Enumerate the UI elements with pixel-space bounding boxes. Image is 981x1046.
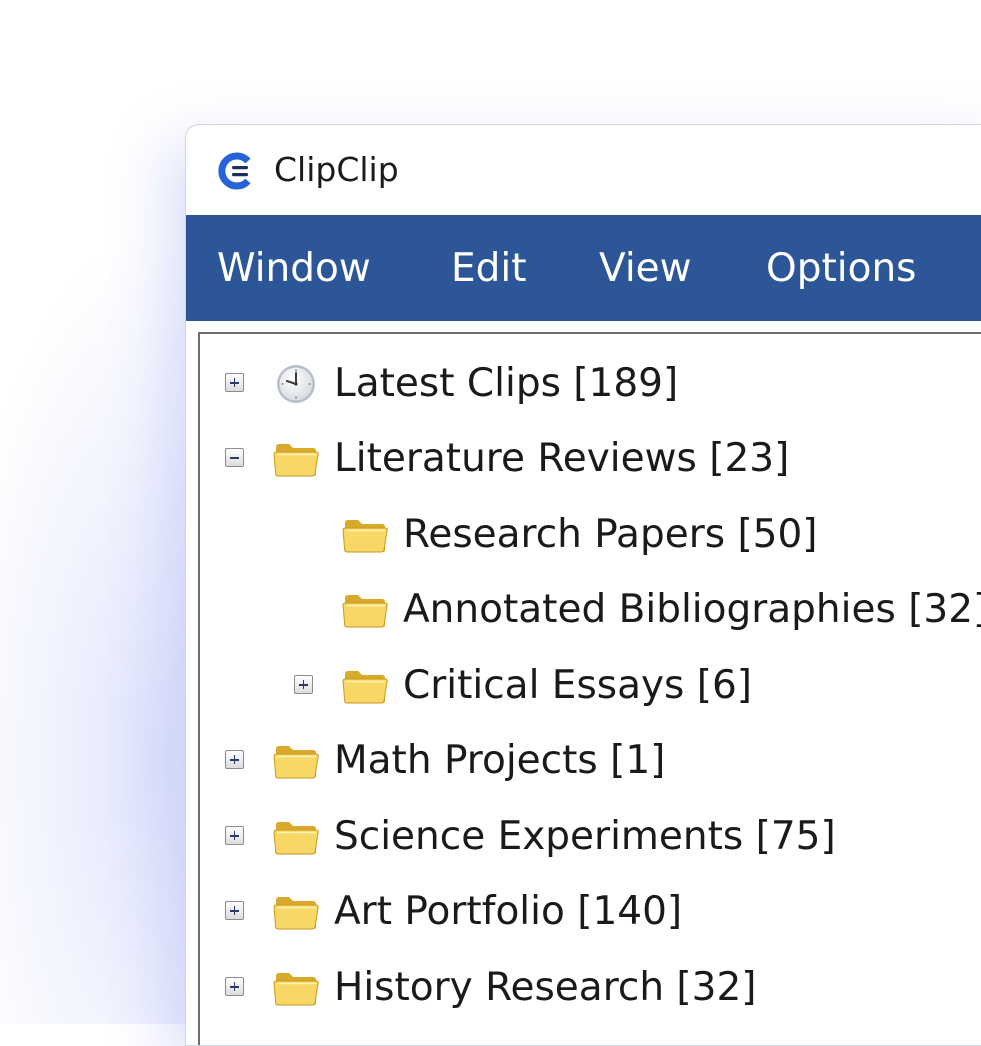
tree-item-art-portfolio[interactable]: Art Portfolio [140] xyxy=(200,879,981,945)
menu-edit[interactable]: Edit xyxy=(451,245,527,293)
folder-icon xyxy=(273,822,319,855)
expand-toggle[interactable] xyxy=(294,675,313,694)
folder-icon xyxy=(273,973,319,1006)
tree-item-label: Annotated Bibliographies [32] xyxy=(403,587,981,632)
tree-item-research-papers[interactable]: Research Papers [50] xyxy=(200,502,981,568)
folder-icon xyxy=(342,595,388,628)
tree-item-critical-essays[interactable]: Critical Essays [6] xyxy=(200,653,981,719)
folder-icon xyxy=(273,897,319,930)
tree-item-history-research[interactable]: History Research [32] xyxy=(200,955,981,1021)
title-bar[interactable]: ClipClip xyxy=(186,125,981,215)
folder-icon xyxy=(342,520,388,553)
expand-toggle[interactable] xyxy=(225,826,244,845)
tree-item-label: Research Papers [50] xyxy=(403,512,818,557)
tree-item-label: Latest Clips [189] xyxy=(334,361,679,406)
app-title: ClipClip xyxy=(274,150,399,189)
clipclip-logo-icon xyxy=(218,152,251,190)
tree-item-label: Science Experiments [75] xyxy=(334,814,836,859)
tree-item-label: Literature Reviews [23] xyxy=(334,436,790,481)
tree-item-annotated-bibliographies[interactable]: Annotated Bibliographies [32] xyxy=(200,577,981,643)
tree-item-label: Math Projects [1] xyxy=(334,738,666,783)
menu-window[interactable]: Window xyxy=(217,245,371,293)
tree-item-latest-clips[interactable]: Latest Clips [189] xyxy=(200,351,981,417)
expand-toggle[interactable] xyxy=(225,977,244,996)
tree-item-science-experiments[interactable]: Science Experiments [75] xyxy=(200,804,981,870)
expand-toggle[interactable] xyxy=(225,901,244,920)
expand-toggle[interactable] xyxy=(225,373,244,392)
expand-toggle[interactable] xyxy=(225,750,244,769)
tree-item-label: Art Portfolio [140] xyxy=(334,889,683,934)
tree-item-literature-reviews[interactable]: Literature Reviews [23] xyxy=(200,426,981,492)
folder-icon xyxy=(273,444,319,477)
app-window: ClipClip Window Edit View Options Latest… xyxy=(185,124,981,1046)
folder-icon xyxy=(273,746,319,779)
clock-icon xyxy=(277,365,315,403)
menu-view[interactable]: View xyxy=(599,245,692,293)
menu-bar: Window Edit View Options xyxy=(186,215,981,321)
folder-icon xyxy=(342,671,388,704)
tree-item-math-projects[interactable]: Math Projects [1] xyxy=(200,728,981,794)
menu-options[interactable]: Options xyxy=(766,245,916,293)
clip-tree: Latest Clips [189] Literature Reviews [2… xyxy=(198,332,981,1045)
tree-item-label: History Research [32] xyxy=(334,965,757,1010)
collapse-toggle[interactable] xyxy=(225,448,244,467)
tree-item-label: Critical Essays [6] xyxy=(403,663,753,708)
